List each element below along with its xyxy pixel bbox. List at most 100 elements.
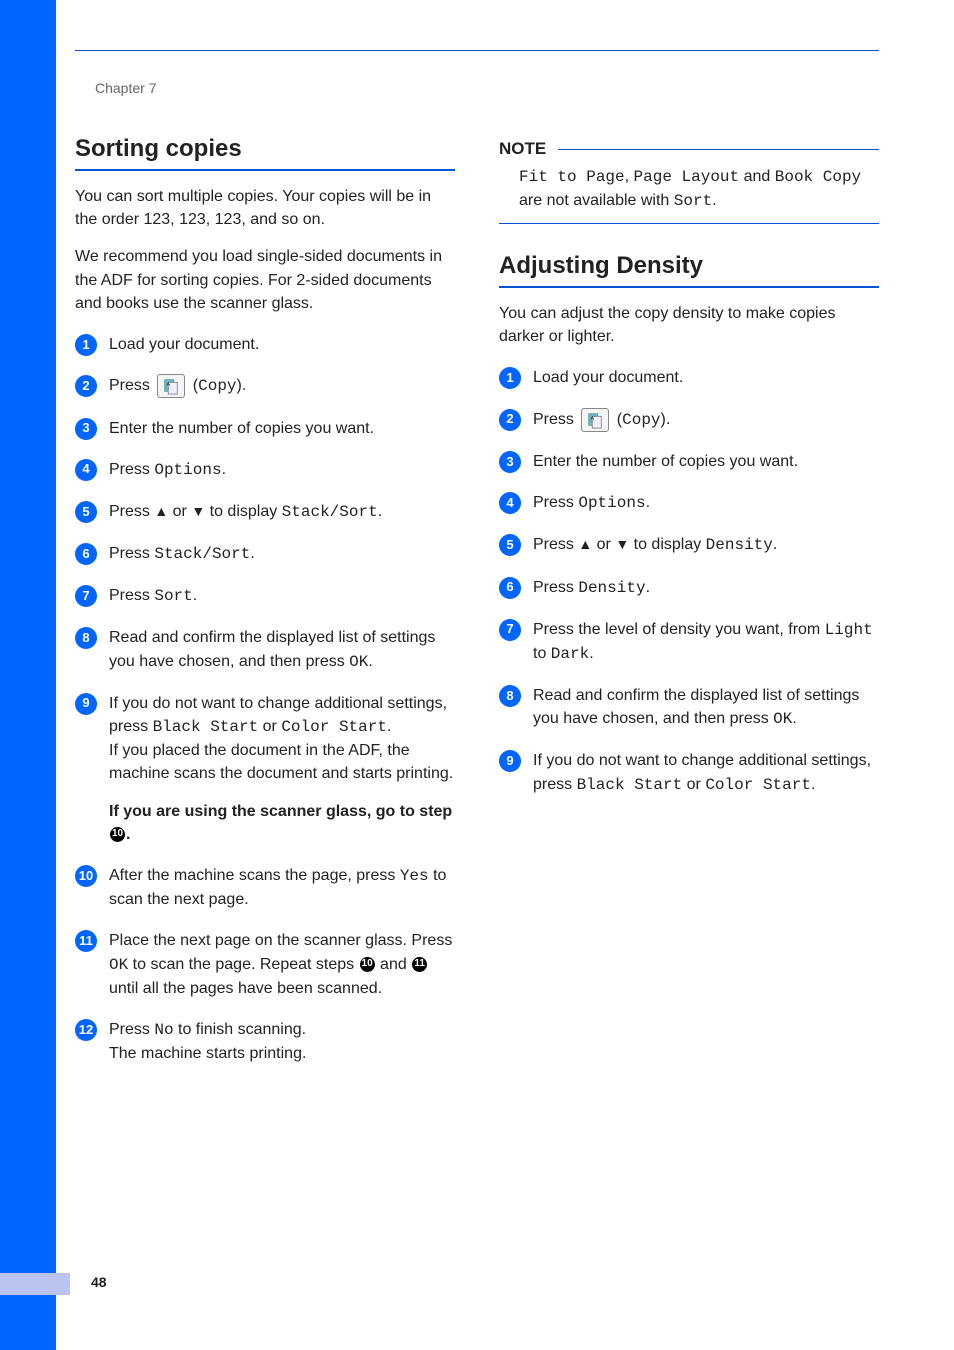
text-fragment: to [533, 645, 551, 662]
color-start-label: Color Start [281, 718, 387, 736]
step-number-icon: 7 [75, 585, 97, 607]
step-text: Read and confirm the displayed list of s… [109, 626, 455, 673]
text-fragment: ). [661, 411, 671, 428]
step-text: After the machine scans the page, press … [109, 864, 455, 911]
text-fragment: . [193, 587, 197, 604]
density-label: Density [706, 536, 773, 554]
step-3: 3 Enter the number of copies you want. [499, 450, 879, 473]
options-label: Options [154, 461, 221, 479]
text-fragment: and [376, 956, 412, 973]
step-ref-10-icon: 10 [110, 827, 125, 842]
intro-paragraph: You can sort multiple copies. Your copie… [75, 185, 455, 231]
text-fragment: to display [205, 503, 281, 520]
step-text: Enter the number of copies you want. [533, 450, 879, 473]
step-text: Press No to finish scanning. The machine… [109, 1018, 455, 1065]
page-number-tab [0, 1273, 70, 1295]
left-margin-bar [0, 0, 56, 1350]
step-4: 4 Press Options. [75, 458, 455, 482]
step-text: Read and confirm the displayed list of s… [533, 684, 879, 731]
text-fragment: or [682, 776, 705, 793]
step-1: 1 Load your document. [499, 366, 879, 389]
step-number-icon: 9 [499, 750, 521, 772]
light-label: Light [825, 621, 873, 639]
step-text: Enter the number of copies you want. [109, 417, 455, 440]
step-2: 2 Press A (Copy). [75, 374, 455, 398]
copy-label: Copy [622, 411, 660, 429]
copy-icon: A [581, 408, 609, 432]
text-fragment: or [258, 718, 281, 735]
intro-paragraph-2: We recommend you load single-sided docum… [75, 245, 455, 315]
step-text: Press Stack/Sort. [109, 542, 455, 566]
step-number-icon: 8 [75, 627, 97, 649]
fit-to-page-label: Fit to Page [519, 168, 625, 186]
text-fragment: Read and confirm the displayed list of s… [109, 629, 435, 669]
step-number-icon: 2 [499, 409, 521, 431]
step-6: 6 Press Stack/Sort. [75, 542, 455, 566]
step-text: Place the next page on the scanner glass… [109, 929, 455, 1000]
step-number-icon: 5 [75, 501, 97, 523]
text-fragment: . [811, 776, 815, 793]
step-text: Press A (Copy). [109, 374, 455, 398]
black-start-label: Black Start [577, 776, 683, 794]
stack-sort-label: Stack/Sort [282, 503, 378, 521]
text-fragment: . [387, 718, 391, 735]
note-body: Fit to Page, Page Layout and Book Copy a… [499, 165, 879, 224]
text-fragment: . [378, 503, 382, 520]
text-fragment: until all the pages have been scanned. [109, 980, 382, 997]
sorting-copies-heading: Sorting copies [75, 135, 455, 171]
scanner-glass-note: If you are using the scanner glass, go t… [109, 803, 452, 843]
step-text: Press the level of density you want, fro… [533, 618, 879, 666]
header-rule [75, 50, 879, 51]
step-3: 3 Enter the number of copies you want. [75, 417, 455, 440]
right-column: NOTE Fit to Page, Page Layout and Book C… [499, 135, 879, 1083]
chapter-label: Chapter 7 [95, 80, 156, 96]
color-start-label: Color Start [705, 776, 811, 794]
text-fragment: to scan the page. [128, 956, 255, 973]
density-label: Density [578, 579, 645, 597]
step-number-icon: 10 [75, 865, 97, 887]
copy-icon: A [157, 374, 185, 398]
step-number-icon: 4 [75, 459, 97, 481]
copy-label: Copy [198, 377, 236, 395]
step-11: 11 Place the next page on the scanner gl… [75, 929, 455, 1000]
text-fragment: . [368, 653, 372, 670]
text-fragment: Press [533, 536, 578, 553]
adjusting-density-heading: Adjusting Density [499, 252, 879, 288]
step-7: 7 Press the level of density you want, f… [499, 618, 879, 666]
text-fragment: Place the next page on the scanner glass… [109, 932, 452, 949]
text-fragment: ). [237, 377, 247, 394]
step-9: 9 If you do not want to change additiona… [499, 749, 879, 796]
ok-label: OK [109, 956, 128, 974]
text-fragment: Press [109, 377, 154, 394]
text-fragment: are not available with [519, 192, 674, 209]
step-5: 5 Press ▲ or ▼ to display Stack/Sort. [75, 500, 455, 524]
text-fragment: If you placed the document in the ADF, t… [109, 742, 453, 782]
step-4: 4 Press Options. [499, 491, 879, 515]
step-number-icon: 3 [499, 451, 521, 473]
text-fragment: ( [188, 377, 198, 394]
text-fragment: Press the level of density you want, fro… [533, 621, 825, 638]
step-7: 7 Press Sort. [75, 584, 455, 608]
step-text: Load your document. [109, 333, 455, 356]
step-8: 8 Read and confirm the displayed list of… [499, 684, 879, 731]
note-heading: NOTE [499, 139, 879, 159]
text-fragment: Press [109, 587, 154, 604]
stack-sort-label: Stack/Sort [154, 545, 250, 563]
ok-label: OK [773, 710, 792, 728]
ok-label: OK [349, 653, 368, 671]
up-arrow-icon: ▲ [578, 536, 592, 552]
step-text: Press Options. [533, 491, 879, 515]
step-number-icon: 12 [75, 1019, 97, 1041]
yes-label: Yes [400, 867, 429, 885]
dark-label: Dark [551, 645, 589, 663]
svg-text:A: A [591, 416, 595, 422]
page-number: 48 [91, 1274, 107, 1290]
text-fragment: . [792, 710, 796, 727]
step-ref-10-icon: 10 [360, 957, 375, 972]
book-copy-label: Book Copy [775, 168, 861, 186]
text-fragment: Press [533, 579, 578, 596]
step-10: 10 After the machine scans the page, pre… [75, 864, 455, 911]
black-start-label: Black Start [153, 718, 259, 736]
text-fragment: . [646, 579, 650, 596]
step-2: 2 Press A (Copy). [499, 408, 879, 432]
